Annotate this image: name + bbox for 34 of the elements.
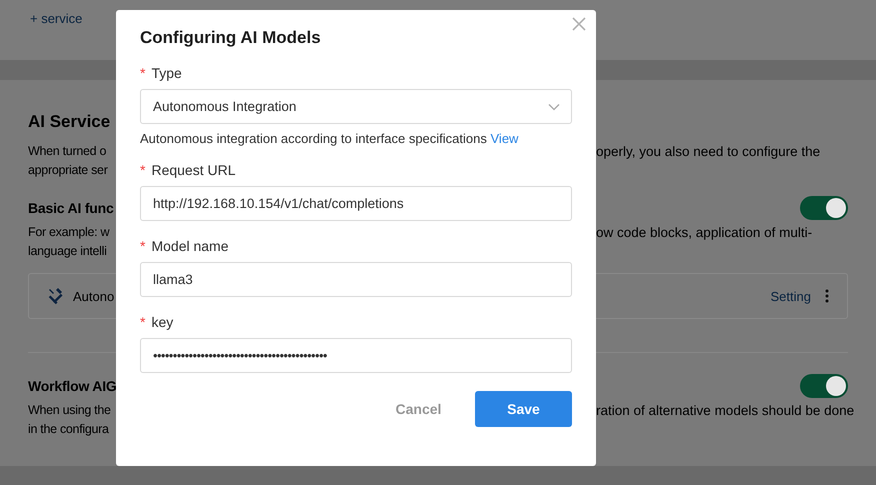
password-field[interactable]: •••••••••••••••••••••••••••••••••••••••••••• <box>140 338 572 373</box>
type-select[interactable]: Autonomous Integration <box>140 89 572 124</box>
dialog-title: Configuring AI Models <box>140 28 322 48</box>
view-link[interactable]: View <box>490 131 518 146</box>
required-mark: * <box>140 237 146 256</box>
field-label: Request URL <box>151 161 236 180</box>
description-text: in the configura <box>28 421 110 438</box>
chevron-down-icon <box>548 103 560 111</box>
description-text: language intelli <box>28 243 108 260</box>
section-title: AI Service <box>28 112 112 132</box>
field-label: key <box>151 313 174 332</box>
description-text: When turned o <box>28 143 108 160</box>
more-icon[interactable] <box>825 289 829 303</box>
input-field[interactable]: http://192.168.10.154/v1/chat/completions <box>140 186 572 221</box>
description-text: ow code blocks, application of multi- <box>596 224 814 242</box>
help-text: Autonomous integration according to interface specifications View <box>140 130 520 148</box>
description-text: ration of alternative models should be done <box>596 402 854 420</box>
toggle-switch[interactable] <box>800 196 848 220</box>
description-text: For example: w <box>28 224 110 241</box>
save-button[interactable]: Save <box>475 391 572 427</box>
feature-title: Basic AI func <box>28 199 112 218</box>
required-mark: * <box>140 64 146 83</box>
required-mark: * <box>140 313 146 332</box>
description-text: operly, you also need to configure the <box>596 143 822 161</box>
field-label: Type <box>151 64 182 83</box>
service-name: Autono <box>73 288 114 304</box>
required-mark: * <box>140 161 146 180</box>
field-label: Model name <box>151 237 228 256</box>
description-text: appropriate ser <box>28 162 109 179</box>
input-field[interactable]: llama3 <box>140 262 572 297</box>
add-service-link[interactable]: + service <box>30 11 82 26</box>
setting-link[interactable]: Setting <box>770 288 811 304</box>
description-text: When using the <box>28 402 112 419</box>
toggle-switch[interactable] <box>800 374 848 398</box>
